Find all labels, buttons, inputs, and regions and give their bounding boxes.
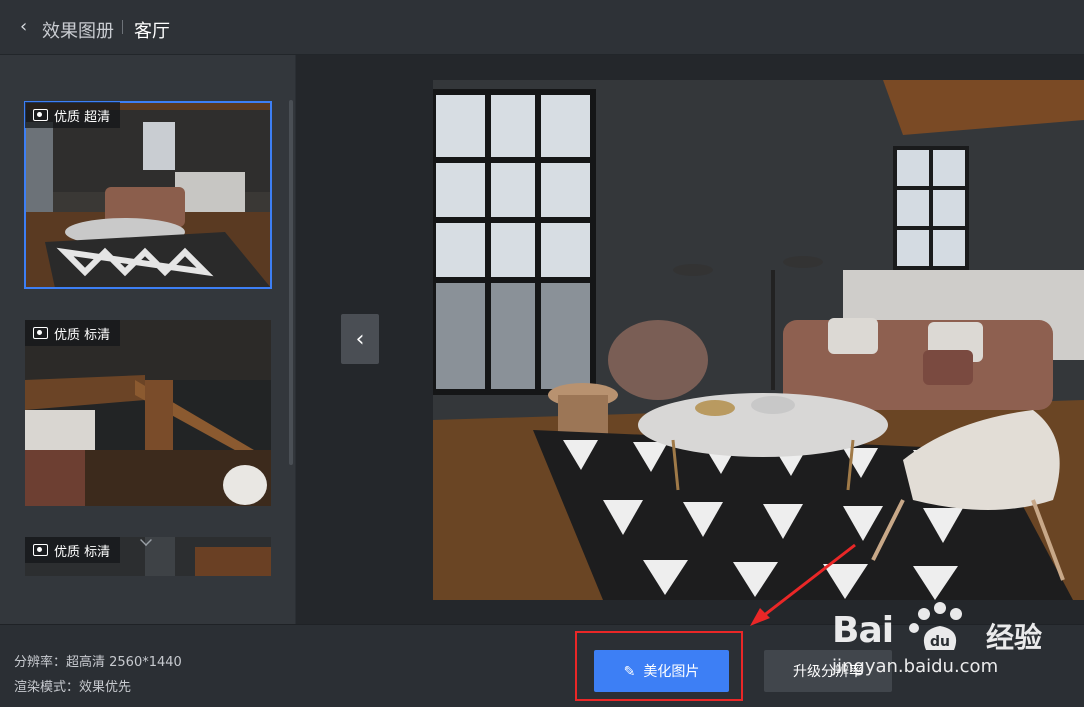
thumbnail-item-2[interactable]: 优质 标清: [25, 320, 271, 506]
annotation-highlight-box: [575, 631, 743, 701]
chevron-left-icon: ‹: [355, 326, 365, 352]
paw-logo-icon: du: [909, 602, 962, 650]
render-mode-info: 渲染模式：效果优先: [14, 680, 132, 695]
camera-icon: [33, 544, 48, 556]
camera-icon: [33, 109, 48, 121]
sidebar-scrollbar[interactable]: [289, 100, 293, 465]
svg-text:du: du: [930, 634, 950, 650]
main-render-image: [433, 80, 1084, 600]
breadcrumb-album[interactable]: 效果图册: [42, 17, 114, 43]
watermark-brand: Bai: [832, 610, 894, 651]
resolution-info: 分辨率：超高清 2560*1440: [14, 655, 182, 670]
watermark-url: jingyan.baidu.com: [832, 656, 999, 677]
thumbnail-image-staircase: [25, 320, 271, 506]
quality-badge: 优质 标清: [25, 320, 121, 346]
back-chevron-left-icon[interactable]: ‹: [20, 18, 38, 36]
previous-image-button[interactable]: ‹: [341, 314, 379, 364]
thumbnail-item-1[interactable]: 优质 超清: [24, 101, 272, 289]
living-room-render: [433, 80, 1084, 600]
watermark-brand-suffix: 经验: [986, 621, 1043, 654]
quality-label: 优质 超清: [54, 109, 111, 125]
quality-badge: 优质 超清: [25, 102, 121, 128]
quality-badge: 优质 标清: [25, 537, 121, 563]
baidu-jingyan-watermark: Bai du 经验 jingyan.baidu.com: [832, 592, 1082, 682]
top-bar: ‹ 效果图册 客厅: [0, 0, 1084, 55]
panorama-icon: [33, 327, 48, 339]
breadcrumb-room: 客厅: [134, 21, 170, 42]
breadcrumb-divider: [122, 20, 123, 34]
quality-label: 优质 标清: [54, 327, 111, 343]
thumbnail-image-living-room: [25, 102, 271, 288]
quality-label: 优质 标清: [54, 544, 111, 560]
